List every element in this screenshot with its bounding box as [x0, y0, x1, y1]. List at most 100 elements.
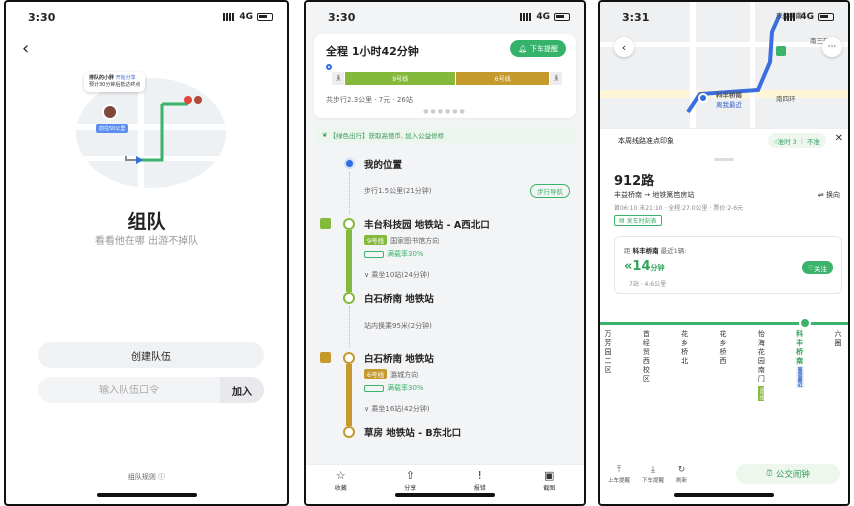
- vote-ontime[interactable]: ☝︎准时 3: [774, 136, 797, 146]
- stop-item[interactable]: 怡海花园南门 9号线: [753, 330, 769, 402]
- refresh-button[interactable]: ↻ 刷新: [676, 465, 687, 484]
- transfer-station: 白石桥南 地铁站: [364, 294, 434, 305]
- network-label: 4G: [800, 12, 814, 22]
- team-rules-link[interactable]: 组队规则 ⓘ: [6, 472, 287, 482]
- screenshot-button[interactable]: ▣ 截图: [543, 470, 555, 504]
- more-button[interactable]: ···: [822, 37, 842, 57]
- station-node: [343, 218, 355, 230]
- stop-item[interactable]: 花乡桥西: [715, 330, 731, 401]
- report-icon: !: [477, 469, 482, 482]
- report-button[interactable]: ! 报错: [474, 470, 486, 504]
- station-node: [343, 426, 355, 438]
- back-button[interactable]: ‹: [22, 38, 29, 59]
- home-indicator: [96, 493, 197, 497]
- follow-button[interactable]: ♡ 关注: [802, 261, 833, 274]
- timetable-button[interactable]: ▤ 发车时刻表: [614, 215, 662, 226]
- join-row: 加入: [38, 377, 264, 403]
- swap-icon: ⇌: [817, 191, 824, 199]
- line9-direction: 国家图书馆方向: [390, 237, 440, 245]
- status-time: 3:30: [28, 10, 56, 24]
- bottom-toolbar: ☆ 收藏 ⇧ 分享 ! 报错 ▣ 截图: [306, 464, 584, 504]
- trip-duration: 全程 1小时42分钟: [326, 45, 419, 58]
- map-label-station: 科丰桥南: [716, 91, 742, 99]
- stop-item[interactable]: 首经贸西校区: [638, 330, 654, 401]
- walk-icon: 🚶︎: [550, 72, 562, 85]
- metro-badge: 9号线: [758, 386, 765, 402]
- ride-toggle[interactable]: ∨ 乘坐16站(42分钟): [364, 404, 430, 414]
- next-bus-card: 距 科丰桥南 最近1辆: «14分钟 7站 · 4.6公里 ♡ 关注: [614, 236, 842, 294]
- battery-icon: [257, 13, 273, 21]
- member-bubble: 排队的小胖 开始分享 预计30分钟后抵达终点: [84, 72, 146, 92]
- bus-alarm-button[interactable]: ⏰︎ 公交闹钟: [736, 464, 840, 484]
- transit-route-screen: 3:30 4G 全程 1小时42分钟 🔔︎ 下车提醒 🚶︎ 9号线 6号线 🚶︎ …: [304, 0, 586, 506]
- battery-icon: [818, 13, 834, 21]
- calendar-icon: ▤: [619, 217, 625, 224]
- transfer-info: 站内换乘95米(2分钟): [364, 322, 432, 330]
- board-station: 丰台科技园 地铁站 - A西北口: [364, 220, 490, 231]
- favorite-button[interactable]: ☆ 收藏: [335, 470, 347, 504]
- network-label: 4G: [536, 12, 550, 22]
- next-station: 科丰桥南: [632, 247, 659, 255]
- crowd-rate: 满载率30%: [387, 250, 424, 258]
- ride-toggle[interactable]: ∨ 乘坐10站(24分钟): [364, 270, 430, 280]
- route-hours: 首06:10 末21:10 · 全程:27.0公里 · 票价:2-6元: [614, 205, 744, 212]
- alight-reminder-button[interactable]: 🔔︎ 下车提醒: [510, 40, 566, 57]
- my-location-icon: [344, 158, 355, 169]
- map-label-road: 南四环: [776, 95, 796, 103]
- next-distance: 7站 · 4.6公里: [629, 281, 667, 288]
- crowd-icon: [364, 250, 384, 258]
- team-code-input[interactable]: [38, 384, 220, 396]
- status-time: 3:30: [328, 10, 356, 24]
- line9-segment: [346, 230, 352, 292]
- my-location-icon: [698, 93, 708, 103]
- station-node: [343, 352, 355, 364]
- board-station-2: 白石桥南 地铁站: [364, 354, 434, 365]
- survey-options: ☝︎准时 3 | 不准: [767, 133, 826, 148]
- map-tag: 前往50公里: [96, 124, 129, 133]
- stop-item[interactable]: 花乡桥北: [677, 330, 693, 401]
- walk-path: [349, 172, 350, 214]
- vote-late[interactable]: 不准: [807, 136, 820, 146]
- team-illustration: 前往50公里: [76, 78, 226, 188]
- alarm-icon: ⏰︎: [766, 469, 773, 479]
- station-node: [343, 292, 355, 304]
- signal-icon: [223, 13, 236, 21]
- crowd-icon: [364, 384, 384, 392]
- stop-item-current[interactable]: 科丰桥南离我最近: [792, 330, 808, 401]
- line6-segment: [346, 364, 352, 426]
- signal-icon: [520, 13, 533, 21]
- status-bar: 3:31 4G: [600, 2, 848, 32]
- leaf-icon: ❦: [322, 131, 328, 139]
- board-reminder-button[interactable]: ⤒ 上车提醒: [608, 465, 630, 484]
- transfer-path: [349, 306, 350, 348]
- route-detail: 我的位置 步行1.5公里(21分钟) 步行导航 丰台科技园 地铁站 - A西北口…: [314, 148, 576, 464]
- bell-icon: 🔔︎: [518, 44, 527, 53]
- swap-direction-button[interactable]: ⇌ 换向: [818, 190, 840, 200]
- walk-segment-info: 步行1.5公里(21分钟): [364, 187, 432, 195]
- sheet-handle[interactable]: [714, 158, 734, 161]
- punctuality-survey: 本周线路准点印象 ☝︎准时 3 | 不准 ✕: [600, 128, 848, 152]
- signal-icon: [784, 13, 797, 21]
- route-direction: 丰益桥南 → 地铁篱笆房站: [614, 191, 695, 199]
- line6-direction: 潞城方向: [390, 371, 419, 379]
- bus-line-screen: 丰益桥南 南三环 南四环 科丰桥南 离我最近 3:31 4G ‹ ··· 本周线…: [598, 0, 850, 506]
- route-number: 912路: [614, 174, 655, 189]
- stop-item[interactable]: 万芳园二区: [600, 330, 616, 401]
- create-team-button[interactable]: 创建队伍: [38, 342, 264, 368]
- line6-tag: 6号线: [364, 369, 388, 379]
- share-button[interactable]: ⇧ 分享: [404, 470, 416, 504]
- back-button[interactable]: ‹: [614, 37, 634, 57]
- join-button[interactable]: 加入: [220, 377, 264, 403]
- alight-reminder-button[interactable]: ⤓ 下车提醒: [642, 465, 664, 484]
- green-travel-banner[interactable]: ❦ 【绿色出行】获取高德币, 加入公益修桥: [314, 127, 576, 143]
- stop-item[interactable]: 六圈: [830, 330, 846, 401]
- my-location-label: 我的位置: [364, 160, 403, 171]
- close-icon[interactable]: ✕: [835, 133, 843, 144]
- board-icon: ⤒: [617, 464, 621, 475]
- walk-navigation-button[interactable]: 步行导航: [530, 184, 570, 198]
- segment-line6: 6号线: [456, 72, 549, 85]
- trip-meta: 共步行2.3公里 · 7元 · 26站: [326, 96, 413, 104]
- status-time: 3:31: [622, 10, 650, 24]
- home-indicator: [395, 493, 495, 497]
- friend-avatar: [194, 96, 202, 104]
